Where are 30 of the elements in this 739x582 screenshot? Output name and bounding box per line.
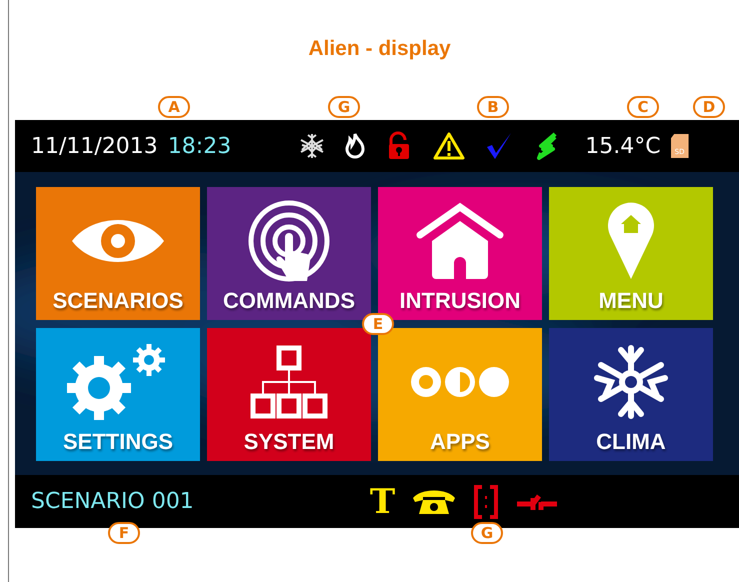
house-icon [414, 201, 506, 281]
menu-tile[interactable]: SYSTEM [207, 328, 371, 461]
callout-marker: C [627, 96, 659, 118]
warning-icon [433, 132, 466, 160]
date-text: 11/11/2013 [31, 134, 158, 158]
touch-icon [247, 199, 331, 283]
menu-tile[interactable]: SCENARIOS [36, 187, 200, 320]
callout-marker: B [477, 96, 509, 118]
page-title: Alien - display [307, 36, 452, 62]
menu-tile[interactable]: COMMANDS [207, 187, 371, 320]
circles-icon [410, 364, 510, 400]
callout-marker: G [328, 96, 360, 118]
snowflake-icon [591, 342, 671, 422]
text-icon: T [370, 484, 396, 518]
callout-marker: D [693, 96, 725, 118]
network-icon [249, 344, 329, 420]
valve-icon [515, 492, 560, 512]
menu-tile[interactable]: SETTINGS [36, 328, 200, 461]
callout-marker: G [471, 522, 503, 544]
menu-tile[interactable]: CLIMA [549, 328, 713, 461]
time-text: 18:23 [168, 134, 232, 158]
snowflake-icon [299, 132, 326, 160]
flame-icon [345, 132, 366, 160]
bracket-icon [473, 484, 500, 518]
temperature-text: 15.4°C [585, 134, 661, 158]
callout-marker: F [108, 522, 140, 544]
telephone-icon [411, 488, 458, 516]
callout-marker: A [158, 96, 190, 118]
map-pin-icon [606, 201, 656, 281]
scenario-text: SCENARIO 001 [31, 489, 194, 514]
